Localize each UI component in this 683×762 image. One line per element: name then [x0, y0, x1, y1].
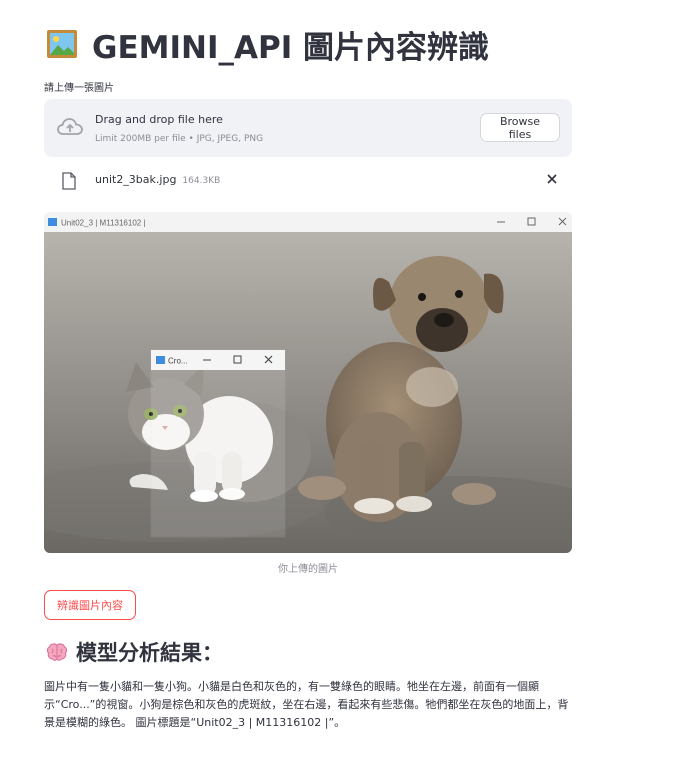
crop-window-app-icon: [156, 356, 165, 364]
uploaded-image-graphic: Unit02_3 | M11316102 | Cro...: [44, 212, 572, 553]
file-name: unit2_3bak.jpg: [95, 173, 177, 186]
app-window-icon: [48, 218, 57, 226]
crop-window: Cro...: [150, 349, 286, 538]
page-title: GEMINI_API 圖片內容辨識: [92, 29, 490, 66]
dropzone-instructions: Drag and drop file here: [95, 113, 223, 126]
crop-window-title: Cro...: [168, 357, 188, 366]
result-header: 模型分析結果：: [46, 638, 223, 666]
page-header: GEMINI_API 圖片內容辨識: [46, 24, 490, 66]
recognize-image-button[interactable]: 辨識圖片內容: [44, 590, 136, 620]
file-icon: [62, 172, 76, 190]
result-description: 圖片中有一隻小貓和一隻小狗。小貓是白色和灰色的，有一雙綠色的眼睛。牠坐在左邊，前…: [44, 680, 569, 729]
close-icon[interactable]: [544, 171, 560, 187]
uploaded-image: Unit02_3 | M11316102 | Cro...: [44, 212, 572, 553]
framed-picture-icon: [47, 30, 77, 58]
file-dropzone[interactable]: Drag and drop file here Limit 200MB per …: [44, 99, 572, 157]
image-caption: 你上傳的圖片: [278, 564, 338, 575]
image-window-title: Unit02_3 | M11316102 |: [61, 219, 146, 228]
uploaded-file-row: unit2_3bak.jpg 164.3KB: [44, 166, 572, 196]
result-title: 模型分析結果：: [76, 641, 223, 665]
uploader-label: 請上傳一張圖片: [44, 83, 114, 94]
browse-files-button[interactable]: Browse files: [480, 113, 560, 142]
cloud-upload-icon: [57, 118, 83, 135]
brain-icon: [46, 643, 68, 661]
file-size: 164.3KB: [182, 176, 221, 186]
dropzone-limit: Limit 200MB per file • JPG, JPEG, PNG: [95, 134, 264, 144]
